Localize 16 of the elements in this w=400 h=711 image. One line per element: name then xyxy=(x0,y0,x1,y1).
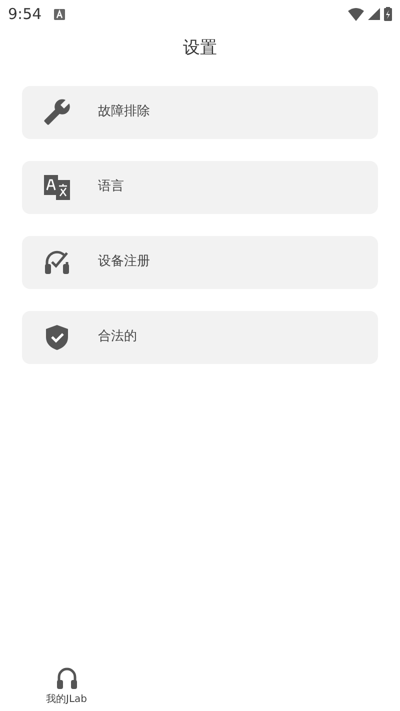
shield-check-icon xyxy=(43,323,71,351)
settings-item[interactable]: 故障排除 xyxy=(22,86,378,138)
nav-tab[interactable]: 我的JLab xyxy=(0,651,133,707)
translate-icon xyxy=(43,173,71,201)
settings-item[interactable]: 语言 xyxy=(22,160,378,214)
headphones-check-icon xyxy=(43,248,71,276)
status-time: 9:54 xyxy=(8,4,42,25)
page-title: 设置 xyxy=(183,37,217,60)
headphones-icon xyxy=(56,666,78,690)
notification-icon xyxy=(54,8,65,20)
wrench-icon xyxy=(43,98,71,126)
wifi-icon xyxy=(348,8,364,20)
settings-item[interactable]: 合法的 xyxy=(22,310,378,364)
settings-item[interactable]: 设备注册 xyxy=(22,236,378,288)
battery-icon xyxy=(384,7,392,21)
signal-icon xyxy=(368,8,380,20)
